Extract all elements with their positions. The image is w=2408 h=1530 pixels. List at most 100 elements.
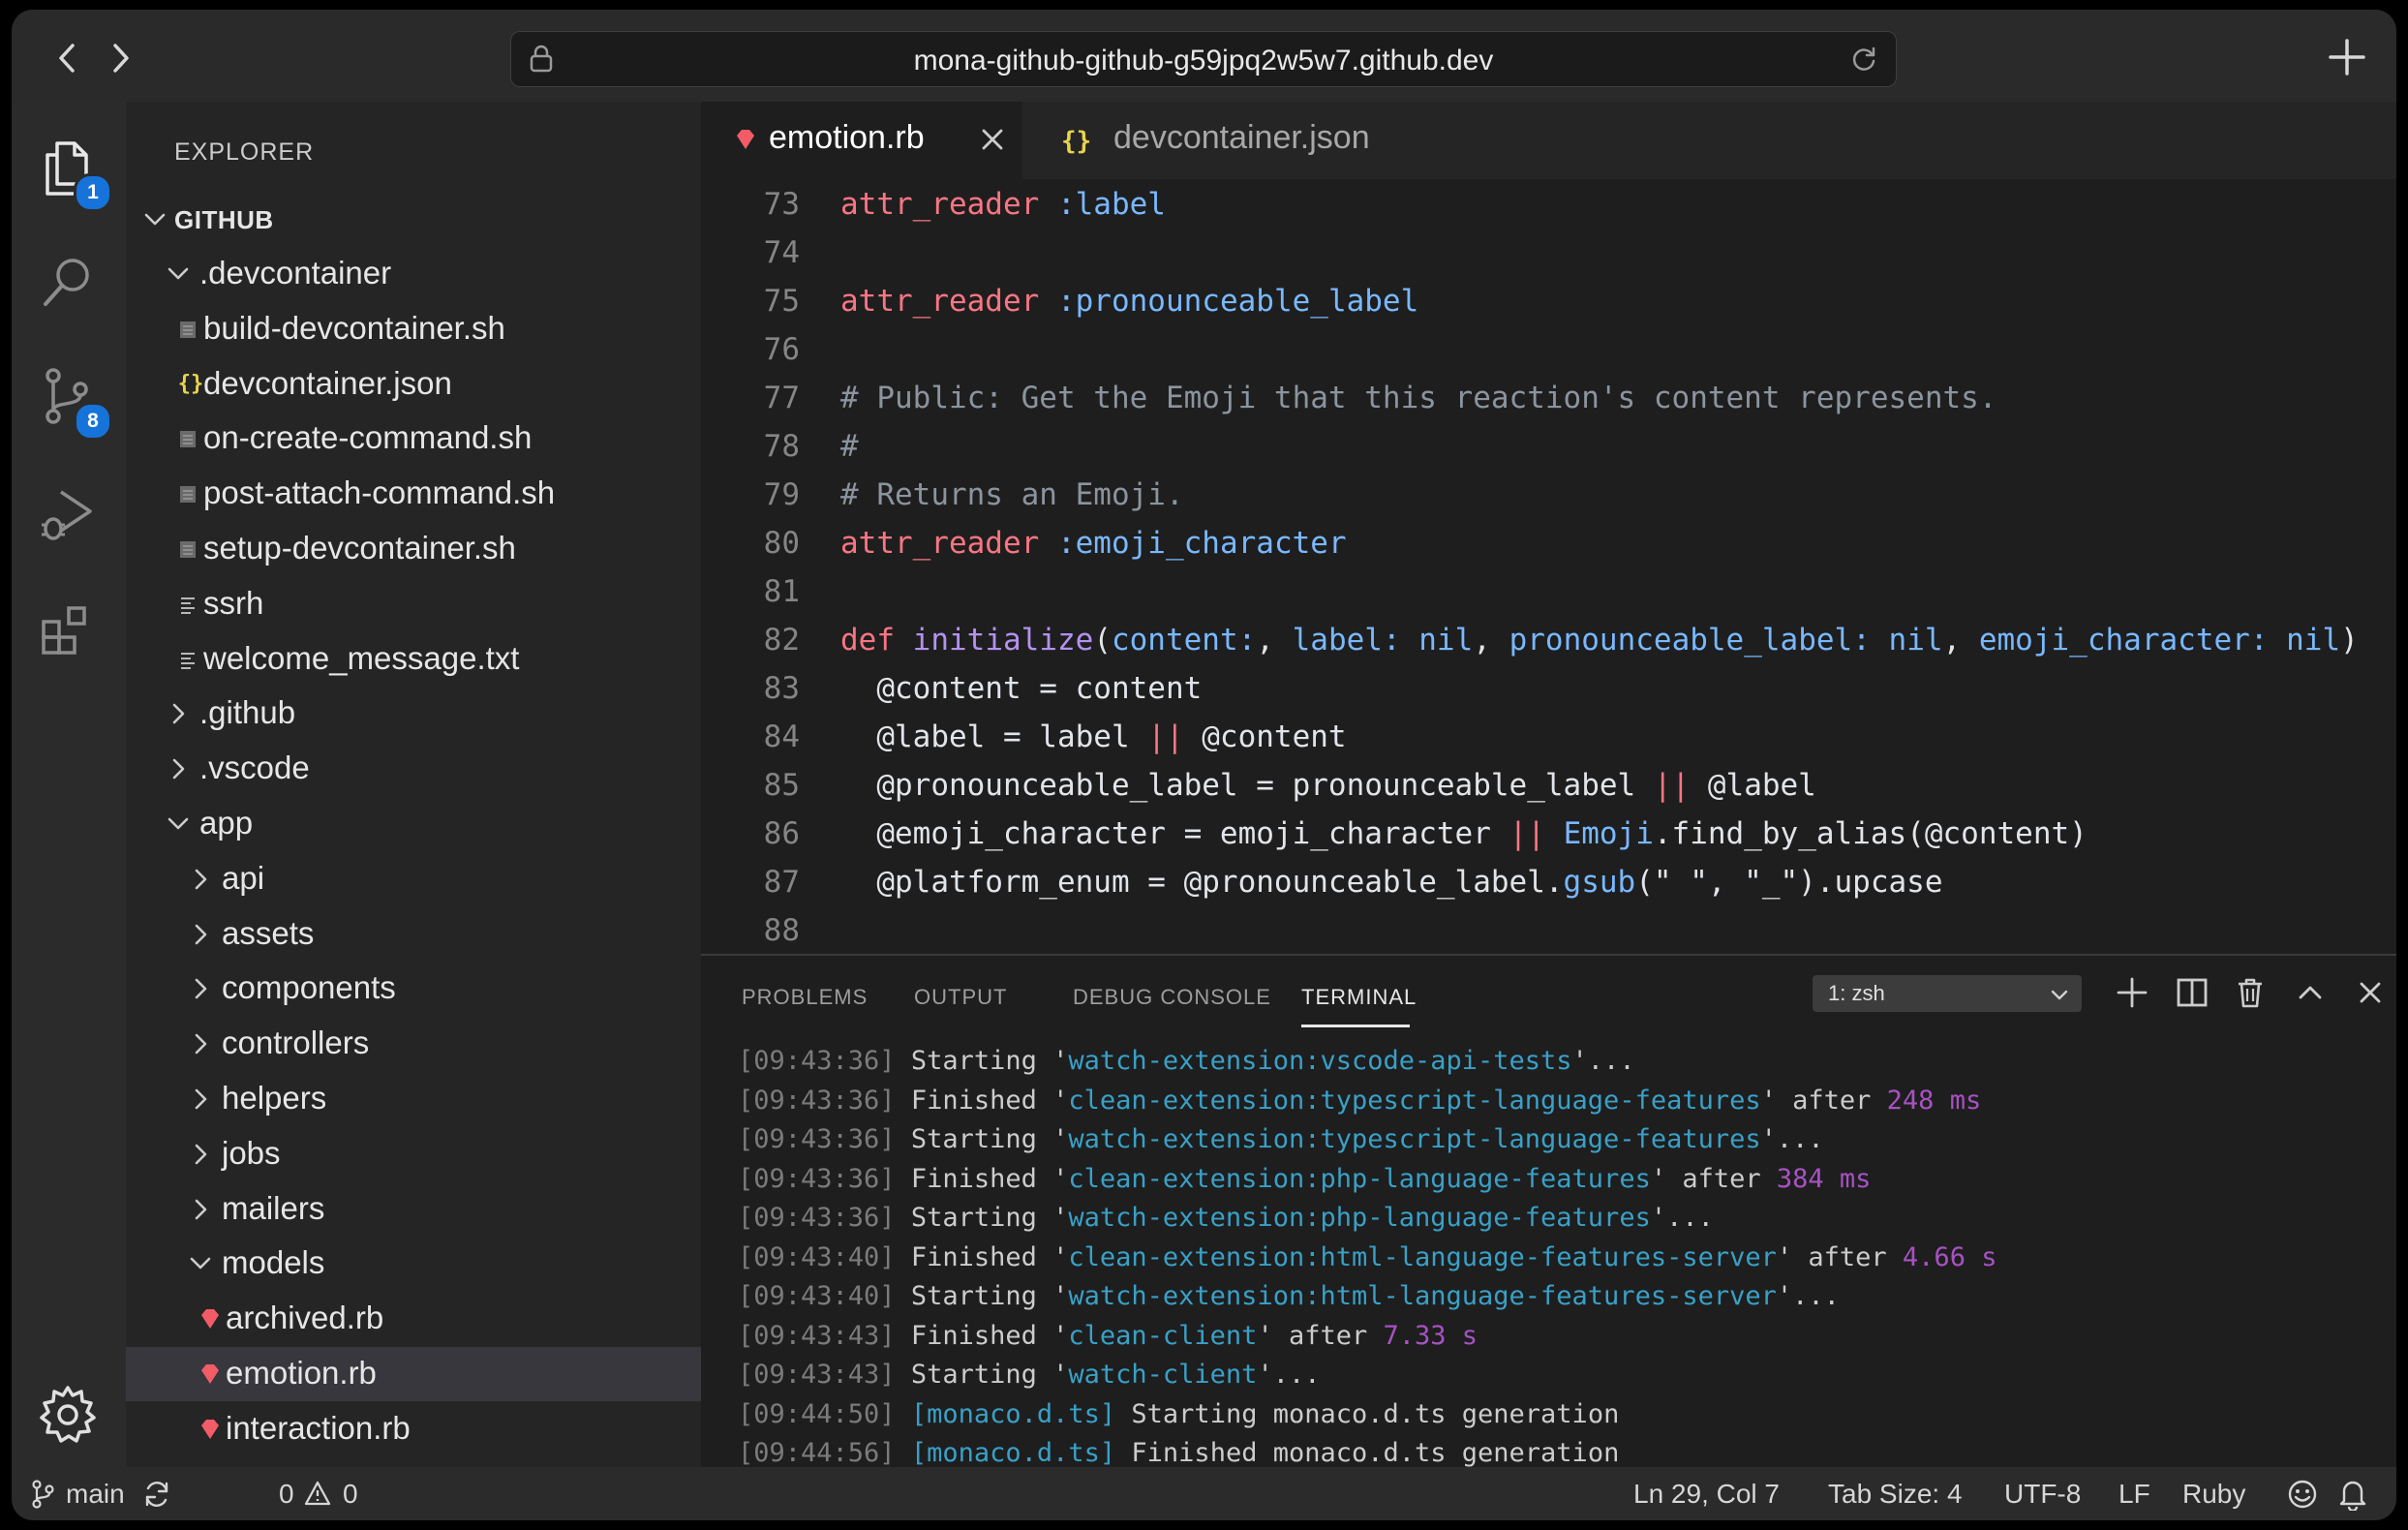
code-text: #	[840, 429, 859, 464]
run-debug-activity-button[interactable]	[33, 479, 103, 549]
panel-tab-debug-console[interactable]: DEBUG CONSOLE	[1073, 985, 1271, 1010]
tree-folder[interactable]: .devcontainer	[126, 247, 701, 301]
chevron-down-icon	[190, 1258, 211, 1270]
search-activity-button[interactable]	[33, 247, 103, 317]
tree-file[interactable]: {} devcontainer.json	[126, 357, 701, 412]
tree-folder[interactable]: .vscode	[126, 742, 701, 796]
language-mode[interactable]: Ruby	[2182, 1479, 2245, 1510]
tree-folder[interactable]: components	[126, 962, 701, 1016]
forward-button[interactable]	[101, 39, 139, 77]
tree-folder[interactable]: mailers	[126, 1182, 701, 1237]
code-text: @content = content	[840, 671, 1202, 706]
terminal-token: clean-extension:php-language-features	[1068, 1163, 1651, 1194]
terminal-token: 248 ms	[1886, 1085, 1982, 1116]
file-encoding[interactable]: UTF-8	[2004, 1479, 2081, 1510]
code-text: @platform_enum = @pronounceable_label.gs…	[840, 865, 1942, 900]
reload-icon[interactable]	[1849, 45, 1878, 74]
tree-folder[interactable]: models	[126, 1237, 701, 1291]
tree-root-label: GITHUB	[174, 205, 274, 234]
code-line: 76	[701, 324, 2396, 373]
tree-folder[interactable]: api	[126, 852, 701, 906]
terminal-line: [09:43:36] Finished 'clean-extension:typ…	[738, 1086, 1981, 1116]
tree-root-github[interactable]: GITHUB	[126, 193, 701, 247]
warning-count[interactable]: 0	[343, 1479, 358, 1510]
warning-icon	[304, 1481, 331, 1506]
split-terminal-icon[interactable]	[2175, 975, 2210, 1010]
tree-file[interactable]: post-attach-command.sh	[126, 467, 701, 521]
code-token: @emoji_character = emoji_character	[840, 816, 1509, 851]
panel-tab-terminal[interactable]: TERMINAL	[1301, 985, 1417, 1010]
sync-icon[interactable]	[142, 1480, 171, 1509]
new-terminal-plus-icon[interactable]	[2115, 975, 2149, 1010]
cursor-position[interactable]: Ln 29, Col 7	[1633, 1479, 1780, 1510]
extensions-icon	[42, 606, 86, 655]
terminal-token: clean-extension:html-language-features-s…	[1068, 1241, 1777, 1272]
tree-folder[interactable]: helpers	[126, 1072, 701, 1126]
code-token: # Returns an Emoji.	[840, 477, 1184, 512]
code-line: 83 @content = content	[701, 663, 2396, 712]
line-ending[interactable]: LF	[2118, 1479, 2150, 1510]
line-number: 77	[763, 381, 800, 415]
tree-folder[interactable]: jobs	[126, 1127, 701, 1181]
tree-file[interactable]: interaction.rb	[126, 1402, 701, 1456]
tree-file[interactable]: welcome_message.txt	[126, 632, 701, 687]
terminal-line: [09:44:50] [monaco.d.ts] Starting monaco…	[738, 1399, 1619, 1429]
terminal-token: '...	[1571, 1046, 1635, 1076]
tree-item-label: interaction.rb	[226, 1409, 411, 1446]
tree-file[interactable]: emotion.rb	[126, 1347, 701, 1401]
code-text: def initialize(content:, label: nil, pro…	[840, 623, 2359, 658]
terminal-token: Finished '	[895, 1163, 1069, 1194]
chevron-up-icon[interactable]	[2293, 975, 2328, 1010]
tree-file[interactable]: ssrh	[126, 577, 701, 631]
code-token: Emoji	[1563, 816, 1654, 851]
chevron-right-icon	[195, 1144, 207, 1165]
tree-folder[interactable]: .github	[126, 687, 701, 741]
extensions-activity-button[interactable]	[33, 596, 103, 665]
tab-size[interactable]: Tab Size: 4	[1828, 1479, 1963, 1510]
browser-toolbar: mona-github-github-g59jpq2w5w7.github.de…	[12, 10, 2396, 102]
tree-folder[interactable]: app	[126, 797, 701, 851]
tree-item-label: devcontainer.json	[203, 364, 452, 401]
feedback-smiley-icon[interactable]	[2287, 1479, 2318, 1510]
terminal-timestamp: [09:43:36]	[738, 1046, 896, 1076]
tab-devcontainer-json[interactable]: {} devcontainer.json	[1022, 102, 1429, 179]
bell-icon[interactable]	[2338, 1478, 2367, 1511]
code-text: @pronounceable_label = pronounceable_lab…	[840, 768, 1816, 803]
tree-folder[interactable]: controllers	[126, 1017, 701, 1071]
terminal-selector[interactable]: 1: zsh	[1813, 975, 2082, 1012]
close-panel-icon[interactable]	[2353, 975, 2388, 1010]
panel-tab-output[interactable]: OUTPUT	[914, 985, 1007, 1010]
address-bar[interactable]: mona-github-github-g59jpq2w5w7.github.de…	[510, 31, 1897, 87]
explorer-activity-button[interactable]: 1	[33, 133, 112, 212]
code-line: 77 # Public: Get the Emoji that this reac…	[701, 373, 2396, 421]
error-count[interactable]: 0	[279, 1479, 294, 1510]
tree-file[interactable]: build-devcontainer.sh	[126, 302, 701, 356]
tree-item-label: api	[222, 859, 265, 896]
terminal-token: Starting monaco.d.ts generation	[1115, 1398, 1620, 1429]
tree-file[interactable]: archived.rb	[126, 1292, 701, 1346]
close-icon[interactable]	[978, 125, 1007, 154]
line-number: 79	[763, 477, 800, 512]
code-line: 79 # Returns an Emoji.	[701, 470, 2396, 518]
new-tab-plus-icon[interactable]	[2327, 37, 2367, 77]
back-button[interactable]	[48, 39, 87, 77]
code-text: @label = label || @content	[840, 719, 1346, 754]
tree-folder[interactable]: assets	[126, 907, 701, 962]
trash-icon[interactable]	[2233, 975, 2268, 1010]
chevron-right-icon	[195, 1199, 207, 1219]
panel-tab-problems[interactable]: PROBLEMS	[742, 985, 868, 1010]
terminal-line: [09:43:40] Finished 'clean-extension:htm…	[738, 1242, 1997, 1272]
terminal-token: Starting '	[895, 1281, 1069, 1311]
code-token: @platform_enum = @pronounceable_label.	[840, 865, 1564, 900]
source-control-activity-button[interactable]: 8	[33, 361, 112, 441]
tree-file[interactable]: setup-devcontainer.sh	[126, 522, 701, 576]
terminal-token: clean-client	[1068, 1320, 1258, 1351]
tree-item-label: jobs	[222, 1134, 281, 1171]
manage-settings-button[interactable]	[33, 1380, 103, 1450]
tab-emotion-rb[interactable]: emotion.rb	[701, 102, 1022, 179]
branch-name[interactable]: main	[66, 1479, 125, 1510]
tree-item-label: components	[222, 969, 396, 1006]
tree-file[interactable]: on-create-command.sh	[126, 412, 701, 466]
